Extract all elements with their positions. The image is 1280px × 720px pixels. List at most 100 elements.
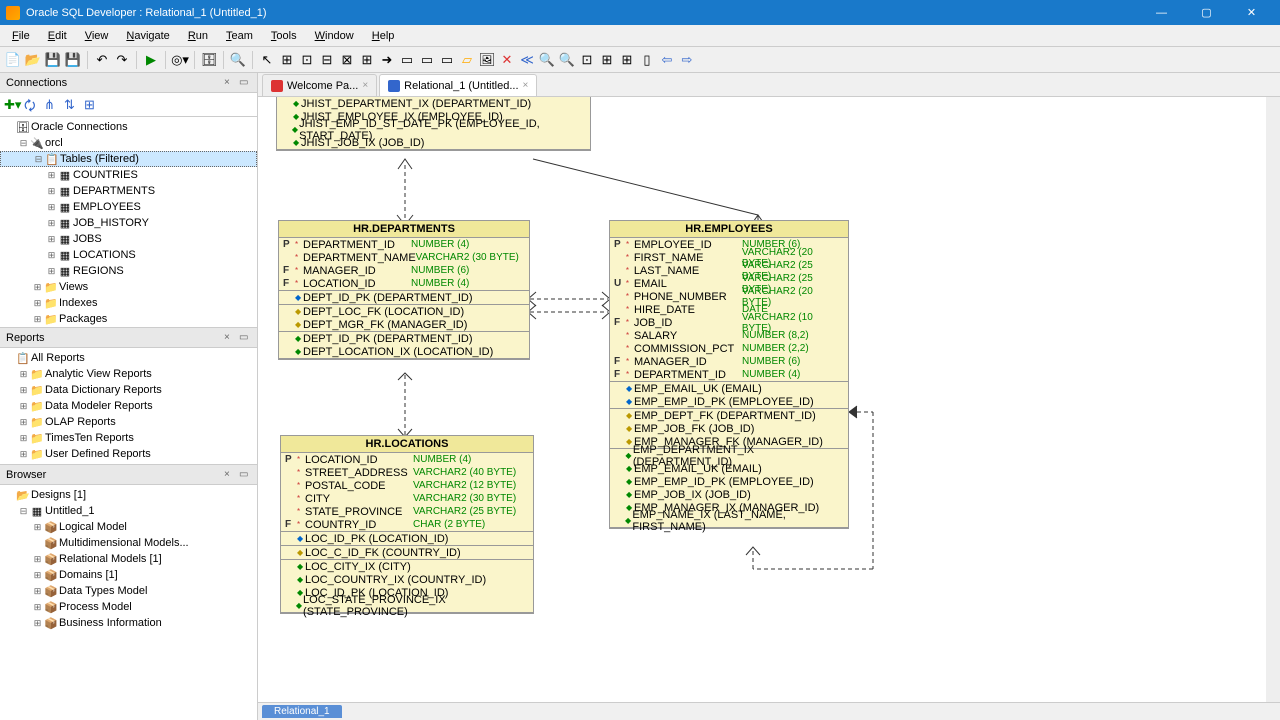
tree-node[interactable]: 📦Multidimensional Models... — [0, 535, 257, 551]
menu-edit[interactable]: Edit — [40, 28, 75, 44]
tree-node[interactable]: ⊞▦EMPLOYEES — [0, 199, 257, 215]
run-icon[interactable]: ▶ — [142, 51, 160, 69]
delete-icon[interactable]: ✕ — [498, 51, 516, 69]
table-icon[interactable]: ⊞ — [278, 51, 296, 69]
tree-node[interactable]: ⊞📦Process Model — [0, 599, 257, 615]
box1-icon[interactable]: ▭ — [398, 51, 416, 69]
tree-node[interactable]: ⊞📁Data Modeler Reports — [0, 398, 257, 414]
link-icon[interactable]: ⊞ — [358, 51, 376, 69]
add-connection-icon[interactable]: ✚▾ — [4, 97, 20, 113]
panel-close-icon[interactable]: × — [224, 469, 236, 481]
tab-close-icon[interactable]: × — [362, 80, 368, 91]
diagram-canvas[interactable]: ◆JHIST_DEPARTMENT_IX (DEPARTMENT_ID)◆JHI… — [258, 97, 1280, 702]
menu-run[interactable]: Run — [180, 28, 216, 44]
undo-icon[interactable]: ↶ — [93, 51, 111, 69]
tree-node[interactable]: ⊞📁OLAP Reports — [0, 414, 257, 430]
tree-node[interactable]: ⊞📁Analytic View Reports — [0, 366, 257, 382]
db-icon[interactable]: 🗄 — [200, 51, 218, 69]
new-icon[interactable]: 📄 — [4, 51, 22, 69]
tree-node[interactable]: ⊞▦JOB_HISTORY — [0, 215, 257, 231]
tree-node[interactable]: ⊞📦Logical Model — [0, 519, 257, 535]
box3-icon[interactable]: ▭ — [438, 51, 456, 69]
tab-label: Relational_1 (Untitled... — [404, 80, 518, 92]
tree-node[interactable]: 📋All Reports — [0, 350, 257, 366]
tree-node[interactable]: ⊞📁TimesTen Reports — [0, 430, 257, 446]
binoculars-icon[interactable]: 🔍 — [229, 51, 247, 69]
tab-relational[interactable]: Relational_1 (Untitled... × — [379, 74, 537, 96]
panel-close-icon[interactable]: × — [224, 332, 236, 344]
maximize-button[interactable]: ▢ — [1184, 0, 1229, 25]
stack-icon[interactable]: ⊞ — [84, 97, 100, 113]
tree-node[interactable]: ⊞📁Packages — [0, 311, 257, 327]
layout2-icon[interactable]: ⊞ — [618, 51, 636, 69]
menu-navigate[interactable]: Navigate — [118, 28, 177, 44]
zoom-in-icon[interactable]: 🔍 — [538, 51, 556, 69]
tab-close-icon[interactable]: × — [523, 80, 529, 91]
menu-team[interactable]: Team — [218, 28, 261, 44]
entity-locations[interactable]: HR.LOCATIONS P*LOCATION_IDNUMBER (4)*STR… — [280, 435, 534, 614]
tree-node[interactable]: ⊞▦JOBS — [0, 231, 257, 247]
tree-node[interactable]: ⊞📦Relational Models [1] — [0, 551, 257, 567]
tree-node[interactable]: ⊞▦REGIONS — [0, 263, 257, 279]
tree-node[interactable]: ⊟📋Tables (Filtered) — [0, 151, 257, 167]
tree-node[interactable]: ⊞▦COUNTRIES — [0, 167, 257, 183]
menu-view[interactable]: View — [77, 28, 117, 44]
merge-icon[interactable]: ⊠ — [338, 51, 356, 69]
tree-node[interactable]: ⊞📁User Defined Reports — [0, 446, 257, 462]
tree-node[interactable]: ⊟▦Untitled_1 — [0, 503, 257, 519]
open-icon[interactable]: 📂 — [24, 51, 42, 69]
split-icon[interactable]: ⊟ — [318, 51, 336, 69]
tree-node[interactable]: ⊞📁Indexes — [0, 295, 257, 311]
forward-icon[interactable]: ⇨ — [678, 51, 696, 69]
tree-node[interactable]: ⊞▦DEPARTMENTS — [0, 183, 257, 199]
reports-tree[interactable]: 📋All Reports⊞📁Analytic View Reports⊞📁Dat… — [0, 348, 257, 464]
tree-node[interactable]: ⊞📁Data Dictionary Reports — [0, 382, 257, 398]
panel-collapse-icon[interactable]: ▭ — [239, 332, 251, 344]
menu-help[interactable]: Help — [364, 28, 403, 44]
tree-node[interactable]: ⊞📦Business Information — [0, 615, 257, 631]
menu-tools[interactable]: Tools — [263, 28, 305, 44]
sort-icon[interactable]: ⇅ — [64, 97, 80, 113]
layout1-icon[interactable]: ⊞ — [598, 51, 616, 69]
fit-icon[interactable]: ⊡ — [578, 51, 596, 69]
connections-title: Connections — [6, 77, 67, 89]
panel-collapse-icon[interactable]: ▭ — [239, 469, 251, 481]
bottom-tab-relational[interactable]: Relational_1 — [262, 705, 342, 718]
connections-tree[interactable]: 🗄Oracle Connections⊟🔌orcl⊟📋Tables (Filte… — [0, 117, 257, 327]
redo-icon[interactable]: ↷ — [113, 51, 131, 69]
tree-node[interactable]: ⊞📁Views — [0, 279, 257, 295]
view-icon[interactable]: ⊡ — [298, 51, 316, 69]
minimize-button[interactable]: — — [1139, 0, 1184, 25]
layout3-icon[interactable]: ▯ — [638, 51, 656, 69]
filter-icon[interactable]: ⋔ — [44, 97, 60, 113]
nav-icon[interactable]: ◎▾ — [171, 51, 189, 69]
panel-collapse-icon[interactable]: ▭ — [239, 77, 251, 89]
entity-job-history-indexes[interactable]: ◆JHIST_DEPARTMENT_IX (DEPARTMENT_ID)◆JHI… — [276, 97, 591, 151]
refresh-icon[interactable]: 🗘 — [24, 97, 40, 113]
box2-icon[interactable]: ▭ — [418, 51, 436, 69]
key-row: ◆EMP_DEPT_FK (DEPARTMENT_ID) — [610, 409, 848, 422]
tree-node[interactable]: 🗄Oracle Connections — [0, 119, 257, 135]
note-icon[interactable]: ▱ — [458, 51, 476, 69]
zoom-out-icon[interactable]: 🔍 — [558, 51, 576, 69]
panel-close-icon[interactable]: × — [224, 77, 236, 89]
save-all-icon[interactable]: 💾 — [64, 51, 82, 69]
browser-tree[interactable]: 📂Designs [1]⊟▦Untitled_1⊞📦Logical Model📦… — [0, 485, 257, 720]
entity-departments[interactable]: HR.DEPARTMENTS P*DEPARTMENT_IDNUMBER (4)… — [278, 220, 530, 360]
back-icon[interactable]: ⇦ — [658, 51, 676, 69]
tree-node[interactable]: 📂Designs [1] — [0, 487, 257, 503]
tree-node[interactable]: ⊞📦Data Types Model — [0, 583, 257, 599]
rewind-icon[interactable]: ≪ — [518, 51, 536, 69]
close-button[interactable]: ✕ — [1229, 0, 1274, 25]
save-icon[interactable]: 💾 — [44, 51, 62, 69]
tab-welcome[interactable]: Welcome Pa... × — [262, 74, 377, 96]
arrow-icon[interactable]: ➜ — [378, 51, 396, 69]
image-icon[interactable]: 🖼 — [478, 51, 496, 69]
tree-node[interactable]: ⊞▦LOCATIONS — [0, 247, 257, 263]
tree-node[interactable]: ⊟🔌orcl — [0, 135, 257, 151]
entity-employees[interactable]: HR.EMPLOYEES P*EMPLOYEE_IDNUMBER (6)*FIR… — [609, 220, 849, 529]
menu-window[interactable]: Window — [307, 28, 362, 44]
tree-node[interactable]: ⊞📦Domains [1] — [0, 567, 257, 583]
pointer-icon[interactable]: ↖ — [258, 51, 276, 69]
menu-file[interactable]: File — [4, 28, 38, 44]
